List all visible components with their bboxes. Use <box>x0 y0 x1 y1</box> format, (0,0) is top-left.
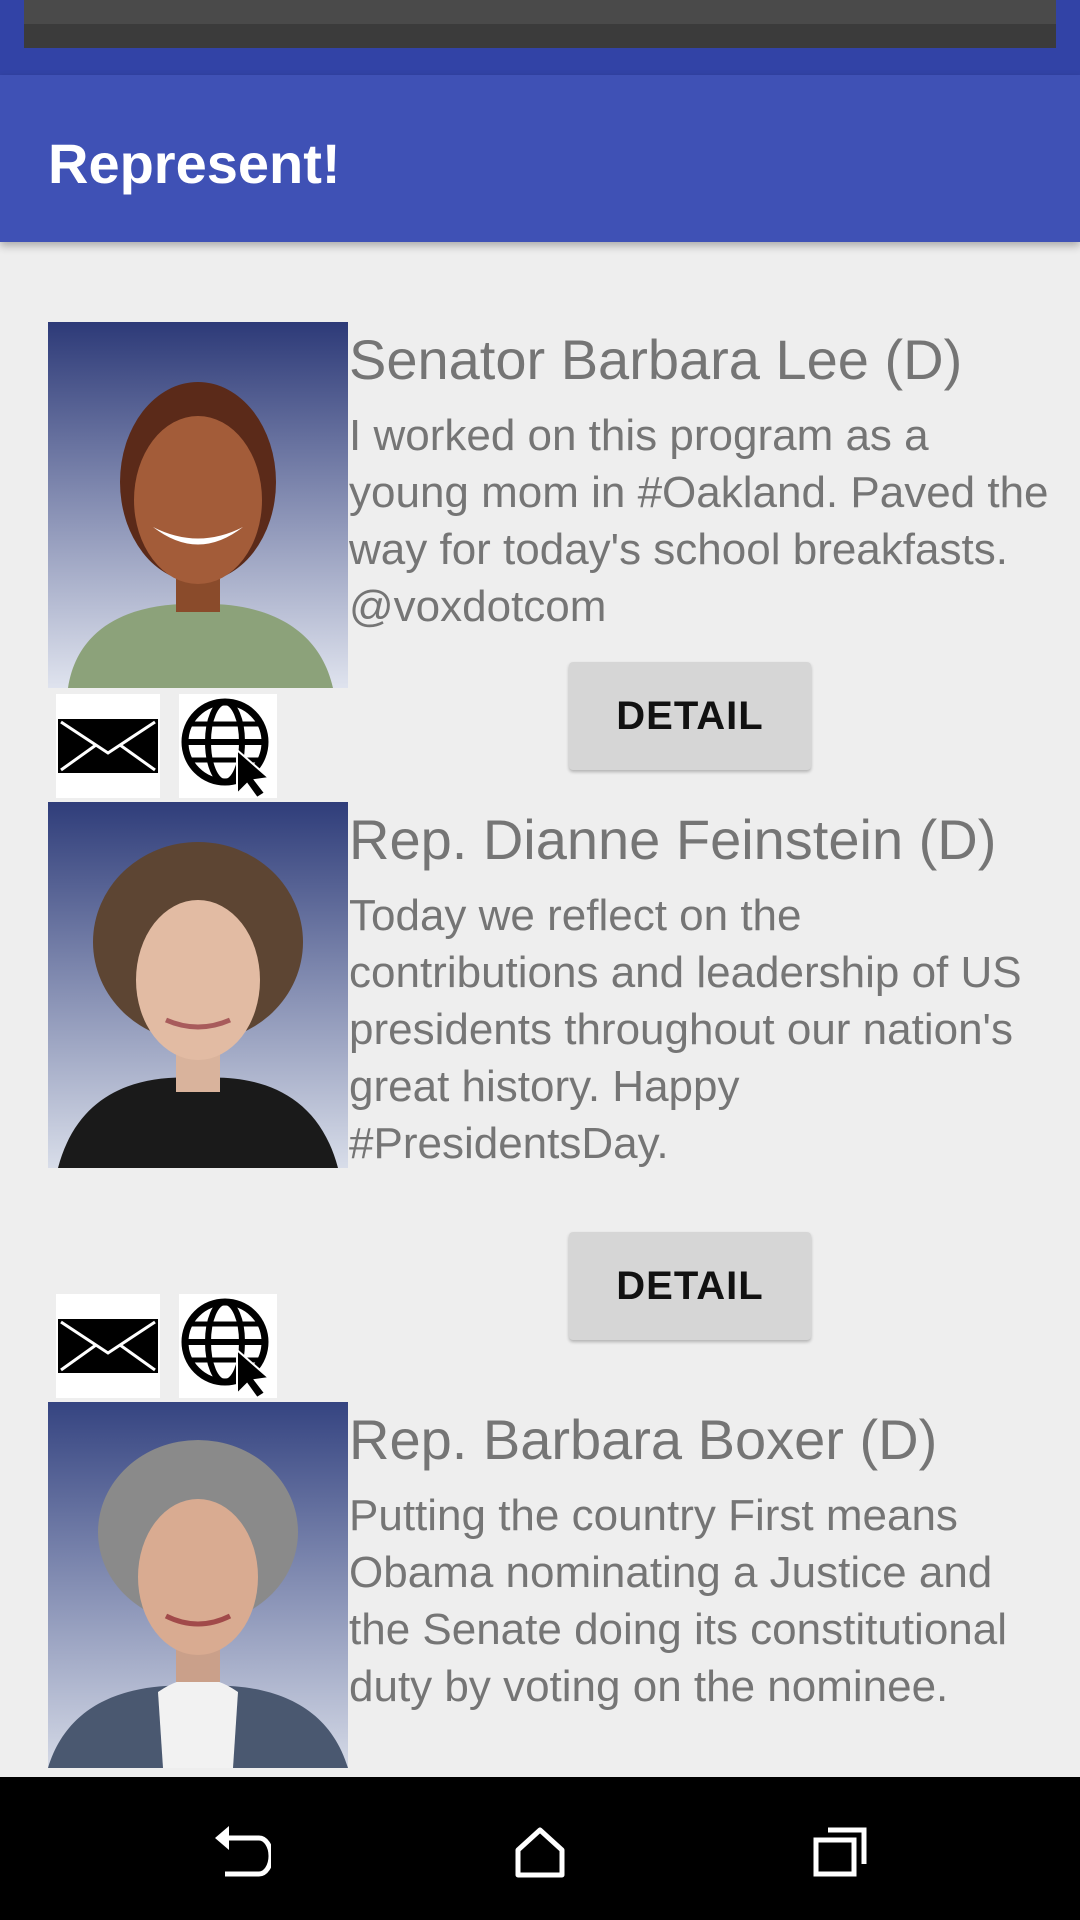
rep-name: Rep. Dianne Feinstein (D) <box>349 808 997 871</box>
navigation-bar <box>0 1777 1080 1920</box>
rep-photo <box>48 802 348 1168</box>
rep-name: Senator Barbara Lee (D) <box>349 328 963 391</box>
home-icon[interactable] <box>495 1812 585 1892</box>
rep-name: Rep. Barbara Boxer (D) <box>349 1408 938 1471</box>
representatives-list[interactable]: Senator Barbara Lee (D) I worked on this… <box>0 242 1080 1777</box>
detail-button[interactable]: DETAIL <box>569 1232 811 1340</box>
back-icon[interactable] <box>196 1812 286 1892</box>
rep-tweet: Today we reflect on the contributions an… <box>349 891 1022 1168</box>
recents-icon[interactable] <box>795 1812 885 1892</box>
notification-shade-handle <box>24 0 1056 48</box>
email-icon[interactable] <box>56 694 160 798</box>
email-icon[interactable] <box>56 1294 160 1398</box>
status-bar <box>0 0 1080 75</box>
website-icon[interactable] <box>179 694 277 798</box>
app-bar: Represent! <box>0 75 1080 242</box>
app-title: Represent! <box>48 132 341 195</box>
website-icon[interactable] <box>179 1294 277 1398</box>
rep-photo <box>48 1402 348 1768</box>
detail-button[interactable]: DETAIL <box>569 662 811 770</box>
rep-photo <box>48 322 348 688</box>
rep-tweet: Putting the country First means Obama no… <box>349 1491 1008 1711</box>
rep-tweet: I worked on this program as a young mom … <box>349 411 1049 631</box>
